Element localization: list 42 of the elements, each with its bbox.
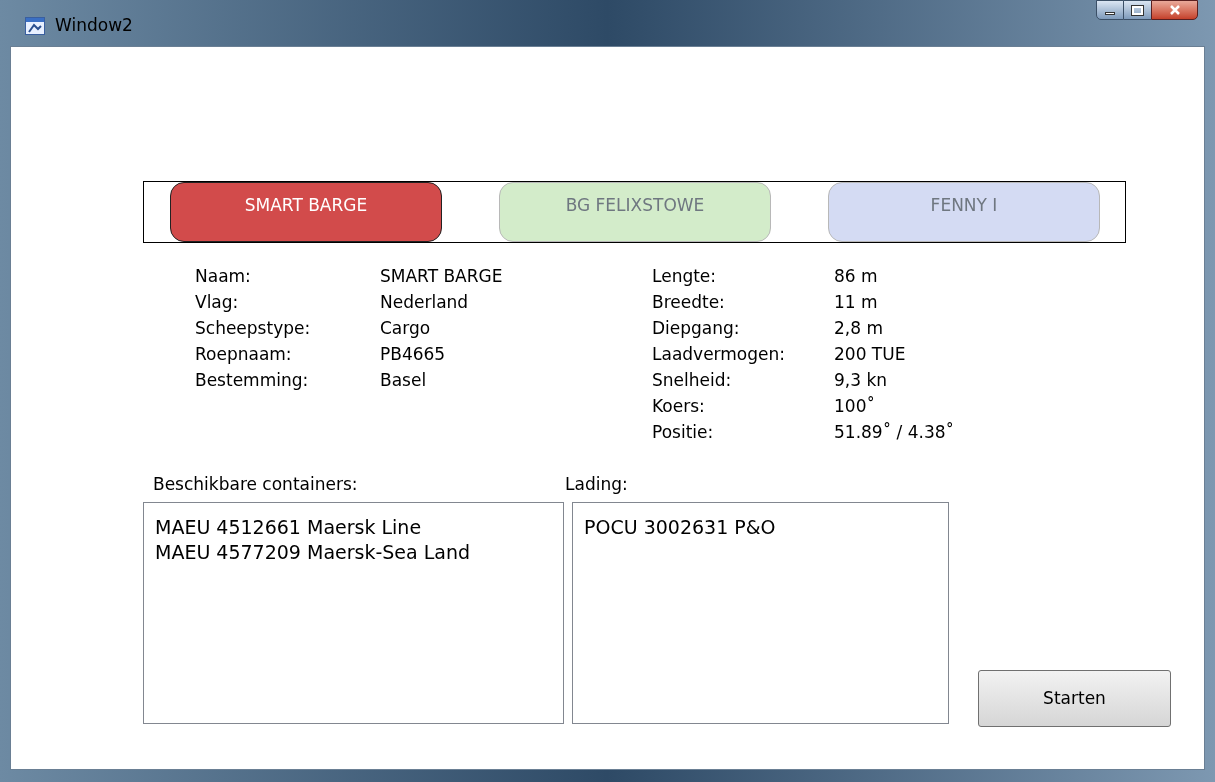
maximize-icon [1132,5,1143,15]
field-label: Snelheid: [652,369,733,393]
field-label: Bestemming: [195,369,310,393]
field-label: Koers: [652,395,706,419]
minimize-button[interactable] [1096,0,1124,20]
list-box[interactable]: POCU 3002631 P&O [572,502,949,724]
window-title: Window2 [55,14,133,36]
close-button[interactable] [1151,0,1198,20]
window-app-icon [25,17,45,35]
field-label: Positie: [652,421,715,445]
field-value: 9,3 kn [834,369,888,393]
field-value: 200 TUE [834,343,906,367]
field-value: PB4665 [380,343,446,367]
list-item[interactable]: MAEU 4577209 Maersk-Sea Land [155,540,552,565]
close-icon [1168,5,1181,15]
field-label: Breedte: [652,291,726,315]
field-label: Vlag: [195,291,240,315]
list-item[interactable]: MAEU 4512661 Maersk Line [155,515,552,540]
field-value: Basel [380,369,427,393]
field-value: Nederland [380,291,469,315]
field-label: Roepnaam: [195,343,293,367]
field-label: Laadvermogen: [652,343,787,367]
field-value: 2,8 m [834,317,883,341]
field-label: Scheepstype: [195,317,312,341]
list-item[interactable]: POCU 3002631 P&O [584,515,937,540]
field-value: 100˚ [834,395,875,419]
field-value: 51.89˚ / 4.38˚ [834,421,955,445]
ship-tab[interactable]: SMART BARGE [170,182,442,242]
field-value: 11 m [834,291,878,315]
field-value: Cargo [380,317,431,341]
list-label: Lading: [565,473,629,496]
maximize-button[interactable] [1124,0,1151,20]
field-value: SMART BARGE [380,265,503,289]
list-box[interactable]: MAEU 4512661 Maersk Line MAEU 4577209 Maersk-Sea Land [143,502,564,724]
field-label: Naam: [195,265,252,289]
list-label: Beschikbare containers: [153,473,359,496]
field-label: Diepgang: [652,317,741,341]
minimize-icon [1105,11,1115,15]
field-label: Lengte: [652,265,718,289]
ship-tab[interactable]: BG FELIXSTOWE [499,182,771,242]
start-button[interactable]: Starten [978,670,1171,727]
field-value: 86 m [834,265,878,289]
